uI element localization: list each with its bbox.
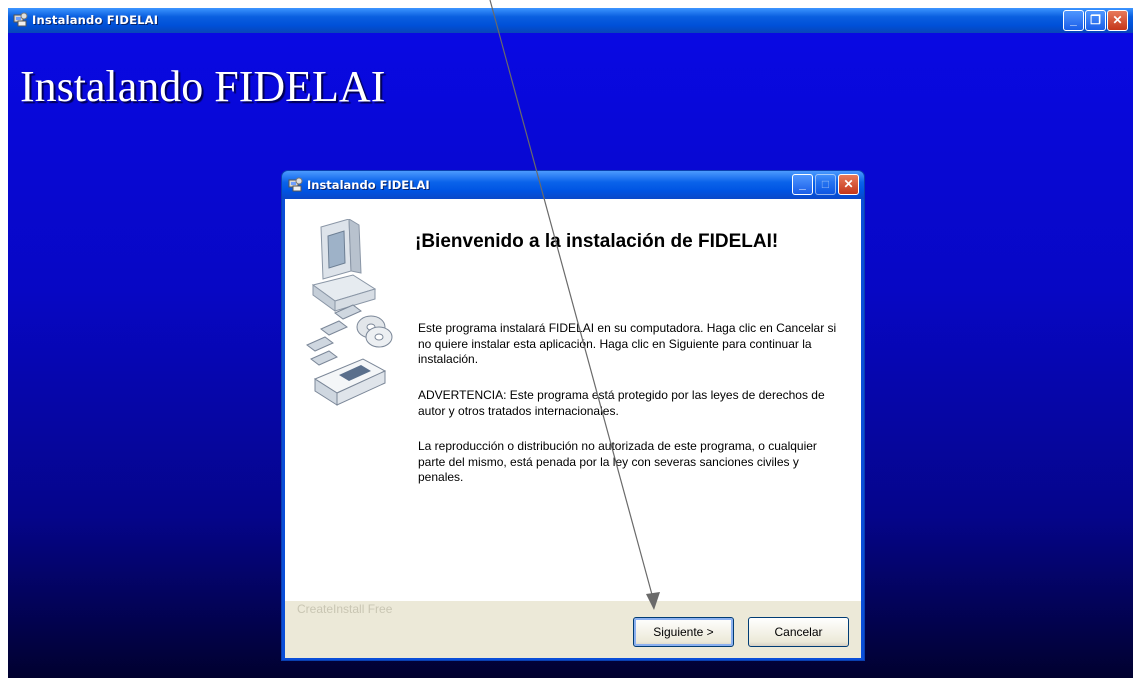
dialog-title: Instalando FIDELAI — [307, 178, 430, 192]
legal-paragraph: La reproducción o distribución no autori… — [418, 439, 817, 484]
installer-heading: Instalando FIDELAI — [20, 62, 386, 111]
computer-disk-illustration-icon — [306, 219, 393, 406]
dialog-minimize-button[interactable]: _ — [792, 174, 813, 195]
outer-window-controls: _ ❐ ✕ — [1061, 10, 1133, 31]
next-button[interactable]: Siguiente > — [633, 617, 734, 647]
outer-minimize-button[interactable]: _ — [1063, 10, 1084, 31]
setup-dialog: Instalando FIDELAI _ □ ✕ ¡Bienvenido a l… — [281, 170, 865, 661]
outer-restore-button[interactable]: ❐ — [1085, 10, 1106, 31]
warning-paragraph: ADVERTENCIA: Este programa está protegid… — [418, 388, 825, 418]
cancel-button[interactable]: Cancelar — [748, 617, 849, 647]
outer-title-bar[interactable]: Instalando FIDELAI _ ❐ ✕ — [8, 8, 1133, 33]
dialog-content-panel: ¡Bienvenido a la instalación de FIDELAI!… — [285, 199, 861, 601]
outer-close-button[interactable]: ✕ — [1107, 10, 1128, 31]
dialog-title-bar[interactable]: Instalando FIDELAI _ □ ✕ — [282, 171, 864, 199]
createinstall-brand: CreateInstall Free — [297, 602, 393, 616]
dialog-client-area: ¡Bienvenido a la instalación de FIDELAI!… — [285, 199, 861, 658]
outer-window-title: Instalando FIDELAI — [32, 13, 159, 27]
dialog-close-button[interactable]: ✕ — [838, 174, 859, 195]
welcome-heading: ¡Bienvenido a la instalación de FIDELAI! — [415, 231, 779, 252]
installer-icon — [13, 12, 28, 27]
dialog-window-controls: _ □ ✕ — [792, 174, 860, 196]
intro-paragraph: Este programa instalará FIDELAI en su co… — [418, 321, 837, 366]
dialog-maximize-button: □ — [815, 174, 836, 195]
installer-icon — [288, 177, 303, 192]
